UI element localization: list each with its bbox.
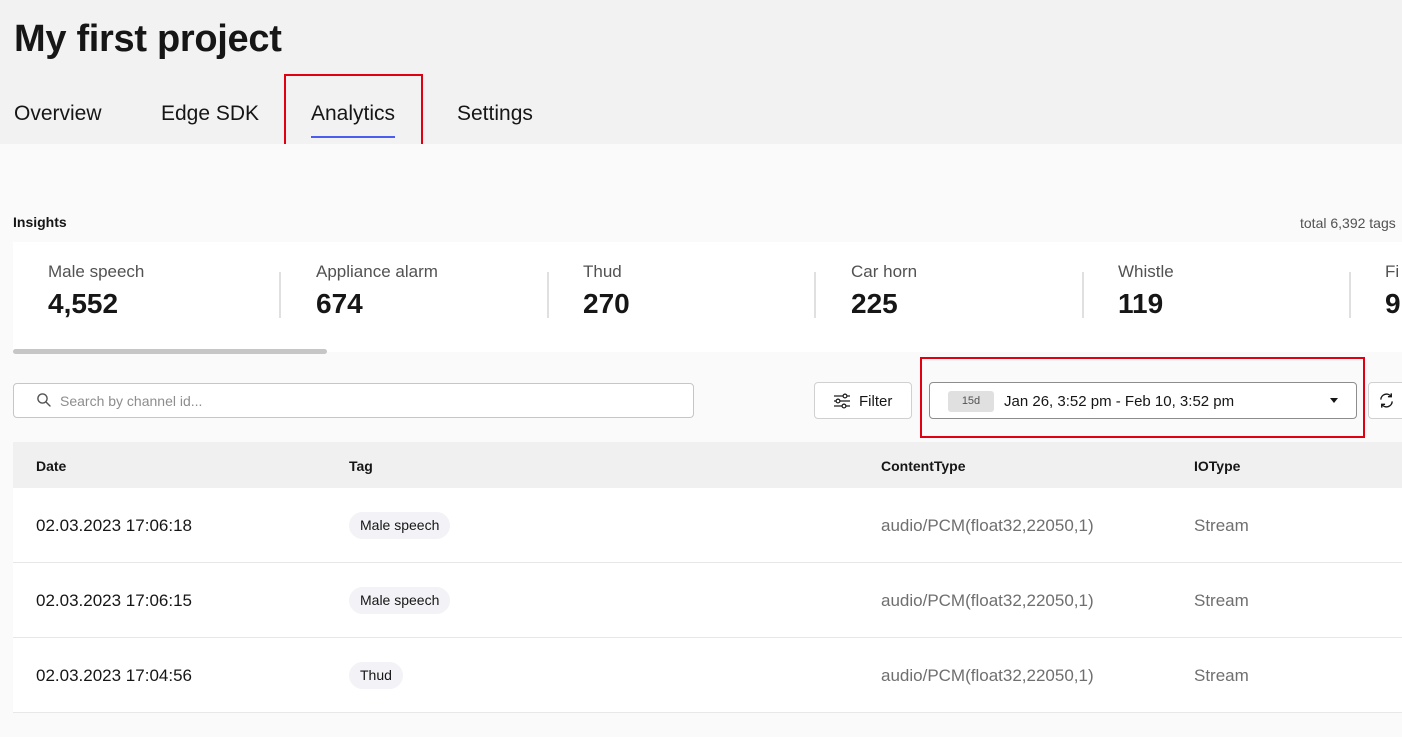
insight-card[interactable]: Thud 270 <box>548 242 816 352</box>
table-header: Date Tag ContentType IOType <box>13 442 1402 488</box>
tag-chip: Male speech <box>349 587 451 614</box>
row-content-type: audio/PCM(float32,22050,1) <box>881 591 1094 610</box>
analytics-content: Insights total 6,392 tags Male speech 4,… <box>0 144 1402 737</box>
filter-label: Filter <box>859 393 893 410</box>
row-io-type: Stream <box>1194 666 1249 685</box>
insight-value: 270 <box>583 288 630 319</box>
column-header-date[interactable]: Date <box>36 458 66 474</box>
column-header-io-type[interactable]: IOType <box>1194 458 1240 474</box>
insight-label: Thud <box>583 262 622 281</box>
insight-label: Fi <box>1385 262 1400 281</box>
refresh-button[interactable] <box>1368 382 1402 419</box>
tab-settings[interactable]: Settings <box>457 96 533 132</box>
search-box[interactable] <box>13 383 694 418</box>
refresh-icon <box>1380 393 1393 408</box>
insight-value: 225 <box>851 288 898 319</box>
insight-value: 9 <box>1385 288 1401 319</box>
caret-down-icon <box>1330 398 1338 403</box>
insight-label: Male speech <box>48 262 145 281</box>
date-range-picker[interactable]: 15d Jan 26, 3:52 pm - Feb 10, 3:52 pm <box>929 382 1357 419</box>
insight-card[interactable]: Appliance alarm 674 <box>281 242 549 352</box>
row-io-type: Stream <box>1194 516 1249 535</box>
insight-card[interactable]: Whistle 119 <box>1083 242 1351 352</box>
column-header-content-type[interactable]: ContentType <box>881 458 966 474</box>
analytics-table: Date Tag ContentType IOType 02.03.2023 1… <box>13 442 1402 713</box>
column-header-tag[interactable]: Tag <box>349 458 373 474</box>
search-input[interactable] <box>60 384 680 417</box>
insight-card[interactable]: Fi 9 <box>1350 242 1402 352</box>
date-range-text: Jan 26, 3:52 pm - Feb 10, 3:52 pm <box>1004 393 1235 410</box>
row-date: 02.03.2023 17:06:15 <box>36 591 192 610</box>
insights-total: total 6,392 tags <box>1300 215 1396 231</box>
table-row[interactable]: 02.03.2023 17:06:15 Male speech audio/PC… <box>13 563 1402 638</box>
table-row[interactable]: 02.03.2023 17:04:56 Thud audio/PCM(float… <box>13 638 1402 713</box>
table-row[interactable]: 02.03.2023 17:06:18 Male speech audio/PC… <box>13 488 1402 563</box>
insight-label: Appliance alarm <box>316 262 438 281</box>
page-title: My first project <box>14 18 282 60</box>
search-icon <box>37 393 51 407</box>
insight-value: 4,552 <box>48 288 119 319</box>
row-content-type: audio/PCM(float32,22050,1) <box>881 666 1094 685</box>
filter-button[interactable]: Filter <box>814 382 912 419</box>
tab-bar: Overview Edge SDK Analytics Settings <box>0 96 1402 144</box>
tab-overview[interactable]: Overview <box>14 96 102 132</box>
insights-strip: Male speech 4,552 Appliance alarm 674 Th… <box>13 242 1402 352</box>
insight-value: 674 <box>316 288 363 319</box>
row-date: 02.03.2023 17:04:56 <box>36 666 192 685</box>
insight-card[interactable]: Male speech 4,552 <box>13 242 281 352</box>
range-badge: 15d <box>948 391 994 412</box>
row-io-type: Stream <box>1194 591 1249 610</box>
tag-chip: Thud <box>349 662 403 689</box>
tab-analytics[interactable]: Analytics <box>311 96 396 138</box>
insight-card[interactable]: Car horn 225 <box>816 242 1084 352</box>
sliders-icon <box>834 393 850 409</box>
insights-scrollbar[interactable] <box>13 349 1402 354</box>
page-header: My first project Overview Edge SDK Analy… <box>0 0 1402 144</box>
insights-label: Insights <box>13 214 67 230</box>
row-date: 02.03.2023 17:06:18 <box>36 516 192 535</box>
tab-edge-sdk[interactable]: Edge SDK <box>161 96 259 132</box>
row-content-type: audio/PCM(float32,22050,1) <box>881 516 1094 535</box>
insight-value: 119 <box>1118 288 1164 319</box>
insight-label: Car horn <box>851 262 918 281</box>
tag-chip: Male speech <box>349 512 451 539</box>
scrollbar-thumb[interactable] <box>13 349 327 354</box>
insight-label: Whistle <box>1118 262 1174 281</box>
